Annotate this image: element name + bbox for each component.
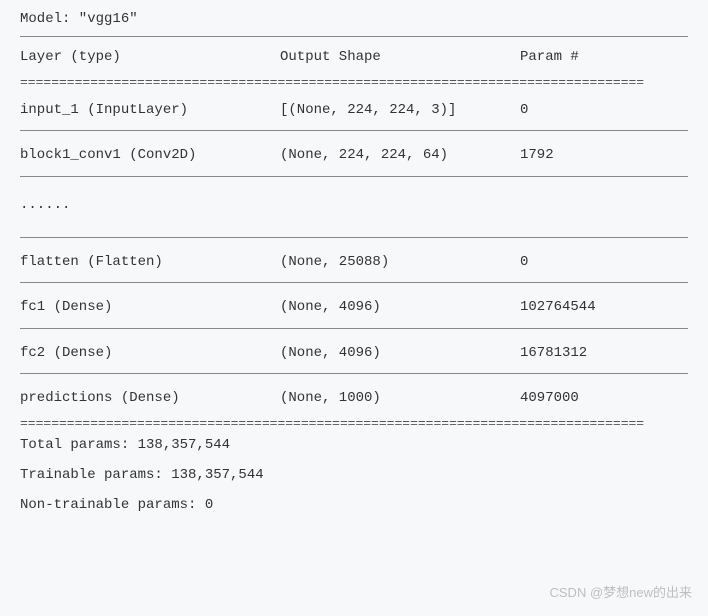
cell-layer: predictions (Dense) bbox=[20, 387, 280, 409]
divider bbox=[20, 373, 688, 374]
cell-shape: (None, 224, 224, 64) bbox=[280, 144, 520, 166]
divider bbox=[20, 176, 688, 177]
cell-layer: input_1 (InputLayer) bbox=[20, 99, 280, 121]
ellipsis: ...... bbox=[20, 180, 688, 234]
cell-param: 16781312 bbox=[520, 342, 688, 364]
table-row: fc2 (Dense) (None, 4096) 16781312 bbox=[20, 332, 688, 370]
cell-param: 0 bbox=[520, 251, 688, 273]
table-row: flatten (Flatten) (None, 25088) 0 bbox=[20, 241, 688, 279]
summary-trainable: Trainable params: 138,357,544 bbox=[20, 460, 688, 490]
table-row: block1_conv1 (Conv2D) (None, 224, 224, 6… bbox=[20, 134, 688, 172]
header-param: Param # bbox=[520, 46, 688, 68]
cell-param: 102764544 bbox=[520, 296, 688, 318]
cell-layer: flatten (Flatten) bbox=[20, 251, 280, 273]
divider bbox=[20, 36, 688, 37]
divider bbox=[20, 237, 688, 238]
cell-shape: (None, 4096) bbox=[280, 296, 520, 318]
cell-param: 1792 bbox=[520, 144, 688, 166]
divider-double: ========================================… bbox=[20, 416, 688, 430]
summary-nontrainable: Non-trainable params: 0 bbox=[20, 490, 688, 520]
cell-shape: (None, 4096) bbox=[280, 342, 520, 364]
divider bbox=[20, 328, 688, 329]
cell-layer: fc1 (Dense) bbox=[20, 296, 280, 318]
cell-shape: (None, 1000) bbox=[280, 387, 520, 409]
cell-shape: (None, 25088) bbox=[280, 251, 520, 273]
table-row: predictions (Dense) (None, 1000) 4097000 bbox=[20, 377, 688, 415]
table-row: fc1 (Dense) (None, 4096) 102764544 bbox=[20, 286, 688, 324]
cell-param: 0 bbox=[520, 99, 688, 121]
divider bbox=[20, 130, 688, 131]
divider-double: ========================================… bbox=[20, 75, 688, 89]
cell-shape: [(None, 224, 224, 3)] bbox=[280, 99, 520, 121]
summary-total: Total params: 138,357,544 bbox=[20, 430, 688, 460]
watermark: CSDN @梦想new的出来 bbox=[550, 583, 693, 604]
cell-layer: block1_conv1 (Conv2D) bbox=[20, 144, 280, 166]
divider bbox=[20, 282, 688, 283]
header-shape: Output Shape bbox=[280, 46, 520, 68]
cell-param: 4097000 bbox=[520, 387, 688, 409]
table-header: Layer (type) Output Shape Param # bbox=[20, 40, 688, 74]
cell-layer: fc2 (Dense) bbox=[20, 342, 280, 364]
header-layer: Layer (type) bbox=[20, 46, 280, 68]
model-name: Model: "vgg16" bbox=[20, 8, 688, 30]
table-row: input_1 (InputLayer) [(None, 224, 224, 3… bbox=[20, 89, 688, 127]
